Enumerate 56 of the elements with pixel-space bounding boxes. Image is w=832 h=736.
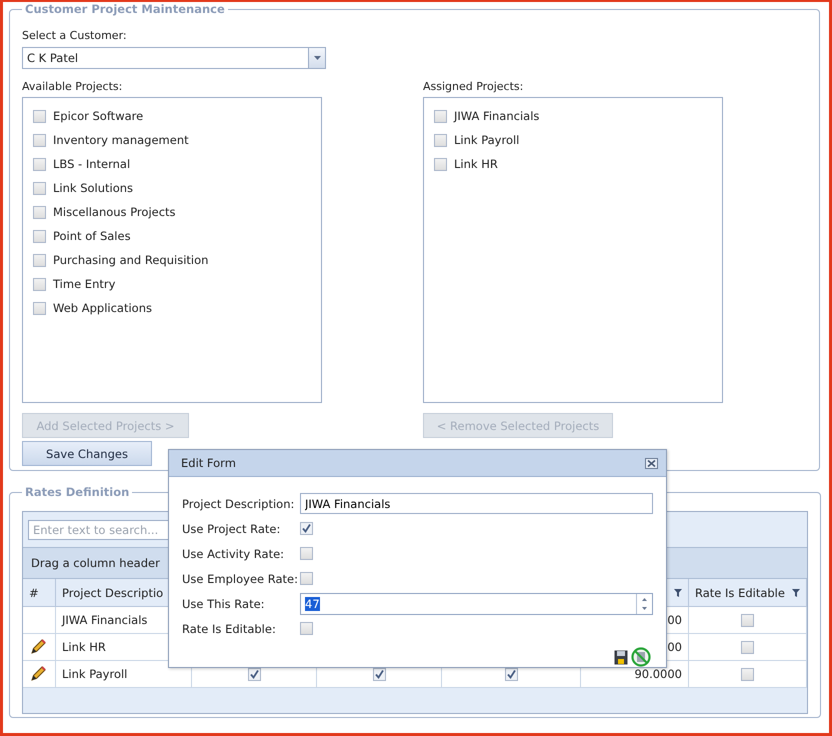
list-item[interactable]: Miscellanous Projects [53, 205, 176, 219]
checkbox[interactable] [372, 668, 386, 682]
list-item[interactable]: Link Solutions [53, 181, 134, 195]
checkbox[interactable] [248, 668, 260, 682]
list-item[interactable]: LBS - Internal [53, 157, 130, 171]
list-item[interactable]: Epicor Software [53, 109, 144, 123]
list-item[interactable]: Link HR [454, 157, 498, 171]
customer-dropdown[interactable]: C K Patel [22, 47, 326, 69]
list-item[interactable]: JIWA Financials [454, 109, 540, 123]
list-item[interactable]: Point of Sales [53, 229, 131, 243]
list-item[interactable]: Inventory management [53, 133, 189, 147]
checkbox[interactable] [741, 614, 754, 628]
number-field[interactable]: 47 [300, 592, 653, 614]
pencil-icon[interactable] [29, 638, 47, 656]
save-button[interactable]: Save Changes [22, 441, 152, 466]
save-icon[interactable] [614, 650, 628, 664]
checkbox[interactable] [300, 522, 313, 535]
list-item[interactable]: Time Entry [53, 277, 116, 291]
list-item[interactable]: Purchasing and Requisition [53, 253, 208, 267]
section-title: Rates Definition [24, 485, 130, 499]
checkbox[interactable] [33, 110, 46, 122]
checkbox[interactable] [33, 302, 46, 314]
checkbox[interactable] [434, 158, 447, 170]
filter-icon[interactable] [792, 588, 800, 596]
group-hint: Drag a column header [31, 556, 160, 570]
checkbox[interactable] [33, 182, 46, 194]
list-item[interactable]: Web Applications [53, 301, 152, 315]
spinner-arrows-icon[interactable] [641, 596, 648, 610]
checkbox[interactable] [741, 668, 754, 682]
list-item[interactable]: Link Payroll [454, 133, 520, 147]
checkbox[interactable] [741, 641, 754, 654]
checkbox[interactable] [300, 547, 313, 560]
field-label: Assigned Projects: [423, 79, 524, 95]
checkbox[interactable] [33, 278, 46, 290]
checkbox[interactable] [434, 134, 447, 146]
checkbox[interactable] [300, 572, 313, 585]
checkbox[interactable] [434, 110, 447, 122]
checkbox[interactable] [33, 206, 46, 218]
section-title: Customer Project Maintenance [24, 2, 226, 16]
checkbox[interactable] [33, 134, 46, 146]
caret-icon [314, 56, 320, 60]
close-icon[interactable] [645, 458, 658, 468]
field-label: Select a Customer: [22, 28, 128, 44]
column-header[interactable]: # [23, 579, 56, 606]
field-label: Use Activity Rate: [182, 546, 286, 560]
pencil-icon[interactable] [29, 665, 47, 683]
dialog-title: Edit Form [181, 456, 236, 470]
field-label: Project Description: [182, 496, 296, 510]
checkbox[interactable] [33, 254, 46, 266]
column-header[interactable]: Rate Is Editable [688, 579, 806, 606]
checkbox[interactable] [504, 668, 518, 682]
checkbox[interactable] [33, 158, 46, 170]
checkbox[interactable] [33, 230, 46, 242]
filter-icon[interactable] [674, 588, 682, 596]
field-label: Available Projects: [22, 79, 124, 95]
checkbox[interactable] [300, 622, 313, 635]
